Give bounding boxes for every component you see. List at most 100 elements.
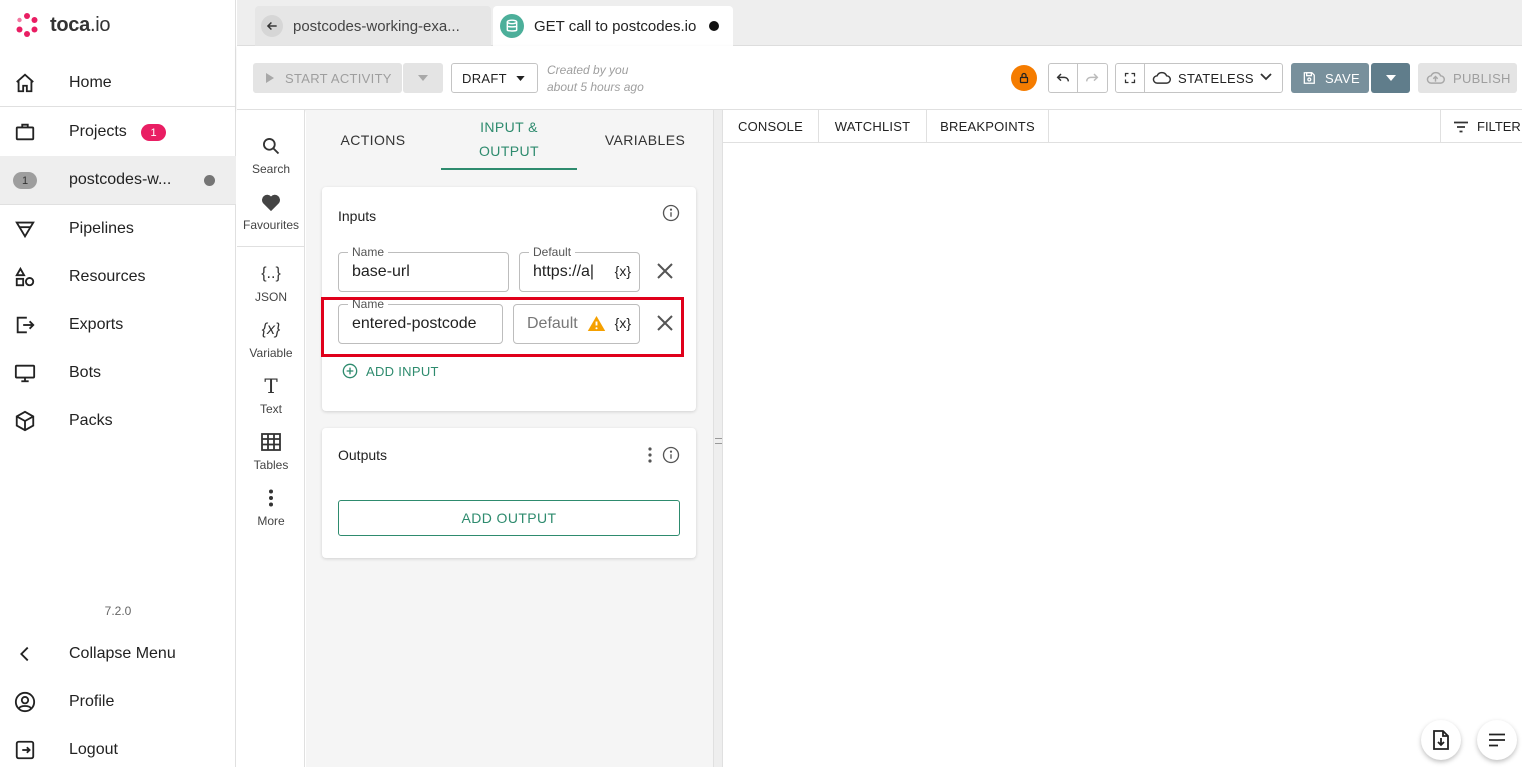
search-icon	[261, 132, 281, 160]
button-label: SAVE	[1325, 70, 1360, 86]
variable-picker-icon[interactable]: {x}	[611, 263, 631, 279]
console-tabs: CONSOLE WATCHLIST BREAKPOINTS FILTER	[723, 110, 1522, 143]
rail-label: Text	[259, 402, 282, 416]
table-grid-icon	[261, 428, 281, 456]
nav-item-home[interactable]: Home	[0, 59, 236, 107]
monitor-icon	[14, 362, 36, 384]
briefcase-icon	[14, 121, 36, 143]
nav-item-profile[interactable]: Profile	[0, 678, 236, 726]
nav-label: postcodes-w...	[69, 171, 172, 188]
nav-label: Exports	[69, 316, 124, 333]
created-info: Created by you about 5 hours ago	[547, 62, 644, 96]
filter-icon	[1453, 121, 1469, 133]
publish-button[interactable]: PUBLISH	[1418, 63, 1517, 93]
save-options-dropdown[interactable]	[1371, 63, 1410, 93]
stateless-select[interactable]: STATELESS	[1145, 64, 1282, 92]
more-vertical-icon[interactable]	[648, 447, 652, 463]
tab-label: VARIABLES	[604, 132, 686, 148]
add-input-button[interactable]: ADD INPUT	[342, 363, 439, 379]
rail-tables[interactable]: Tables	[237, 428, 305, 480]
draft-select[interactable]: DRAFT	[451, 63, 538, 93]
cloud-icon	[1152, 71, 1171, 85]
nav-item-projects[interactable]: Projects 1	[0, 108, 236, 156]
field-label: Name	[348, 245, 389, 259]
export-icon	[14, 314, 36, 336]
button-label: ADD OUTPUT	[461, 510, 557, 526]
logout-icon	[14, 739, 36, 761]
rail-variable[interactable]: {x} Variable	[237, 316, 305, 368]
tab-breakpoints[interactable]: BREAKPOINTS	[927, 110, 1049, 143]
caret-down-icon	[418, 75, 428, 81]
divider	[0, 106, 236, 107]
redo-icon[interactable]	[1078, 64, 1107, 92]
unsaved-dot-icon[interactable]	[709, 21, 719, 31]
nav-label: Projects	[69, 123, 127, 140]
fullscreen-icon[interactable]	[1116, 64, 1145, 92]
input-name-field[interactable]: Name base-url	[338, 245, 509, 292]
nav-label: Pipelines	[69, 220, 134, 237]
undo-icon[interactable]	[1049, 64, 1078, 92]
debug-console: CONSOLE WATCHLIST BREAKPOINTS FILTER	[723, 110, 1522, 767]
lock-icon[interactable]	[1011, 65, 1037, 91]
nav-label: Packs	[69, 412, 113, 429]
panel-splitter[interactable]	[713, 110, 723, 767]
tab-variables[interactable]: VARIABLES	[577, 110, 713, 170]
nav-item-exports[interactable]: Exports	[0, 301, 236, 349]
tab-label: ACTIONS	[340, 132, 406, 148]
rail-favourites[interactable]: Favourites	[237, 188, 305, 240]
nav-label: Bots	[69, 364, 102, 381]
outputs-card: Outputs ADD OUTPUT	[322, 428, 696, 558]
info-icon[interactable]	[662, 446, 680, 464]
home-icon	[14, 72, 36, 94]
rail-label: Search	[251, 162, 291, 176]
tab-label: CONSOLE	[738, 119, 803, 134]
tab-project[interactable]: postcodes-working-exa...	[255, 6, 491, 46]
tab-watchlist[interactable]: WATCHLIST	[819, 110, 927, 143]
nav-label: Profile	[69, 693, 115, 710]
input-default-field[interactable]: Default https://a| {x}	[519, 245, 640, 292]
variable-icon: {x}	[261, 321, 281, 338]
nav-label: Resources	[69, 268, 146, 285]
nav-item-bots[interactable]: Bots	[0, 349, 236, 397]
tab-activity[interactable]: GET call to postcodes.io	[493, 6, 733, 46]
inputs-title: Inputs	[338, 208, 377, 224]
caret-down-icon	[1385, 75, 1396, 81]
rail-text[interactable]: T Text	[237, 372, 305, 424]
remove-input-icon[interactable]	[654, 260, 676, 282]
nav-item-collapse-menu[interactable]: Collapse Menu	[0, 630, 236, 678]
filter-button[interactable]: FILTER	[1440, 110, 1522, 143]
rail-label: JSON	[254, 290, 287, 304]
button-label: ADD INPUT	[366, 363, 439, 379]
rail-json[interactable]: {..} JSON	[237, 260, 305, 312]
nav-label: Home	[69, 74, 112, 91]
shapes-icon	[14, 266, 36, 288]
tab-input-output[interactable]: INPUT & OUTPUT	[441, 110, 577, 170]
start-activity-button[interactable]: START ACTIVITY	[253, 63, 402, 93]
add-output-button[interactable]: ADD OUTPUT	[338, 500, 680, 536]
start-activity-dropdown[interactable]	[403, 63, 443, 93]
tab-label: GET call to postcodes.io	[534, 17, 697, 35]
tab-actions[interactable]: ACTIONS	[306, 110, 440, 170]
export-log-button[interactable]	[1421, 720, 1461, 760]
wrap-text-button[interactable]	[1477, 720, 1517, 760]
drag-handle-icon	[715, 438, 722, 444]
rail-search[interactable]: Search	[237, 132, 305, 184]
brand-name: toca.io	[50, 13, 111, 36]
nav-label: Logout	[69, 741, 118, 758]
nav-item-packs[interactable]: Packs	[0, 397, 236, 445]
save-button[interactable]: SAVE	[1291, 63, 1369, 93]
tab-console[interactable]: CONSOLE	[723, 110, 819, 143]
nav-item-pipelines[interactable]: Pipelines	[0, 205, 236, 253]
tab-label: INPUT & OUTPUT	[479, 119, 539, 159]
info-icon[interactable]	[662, 204, 680, 222]
logo[interactable]: toca.io	[14, 10, 110, 40]
chevron-left-icon	[14, 643, 36, 665]
nav-item-resources[interactable]: Resources	[0, 253, 236, 301]
field-value: https://a|	[533, 263, 595, 280]
back-arrow-icon[interactable]	[261, 15, 283, 37]
heart-icon	[260, 188, 282, 216]
app-version: 7.2.0	[104, 604, 132, 618]
cloud-upload-icon	[1426, 71, 1445, 85]
nav-item-logout[interactable]: Logout	[0, 726, 236, 767]
rail-more[interactable]: More	[237, 484, 305, 536]
